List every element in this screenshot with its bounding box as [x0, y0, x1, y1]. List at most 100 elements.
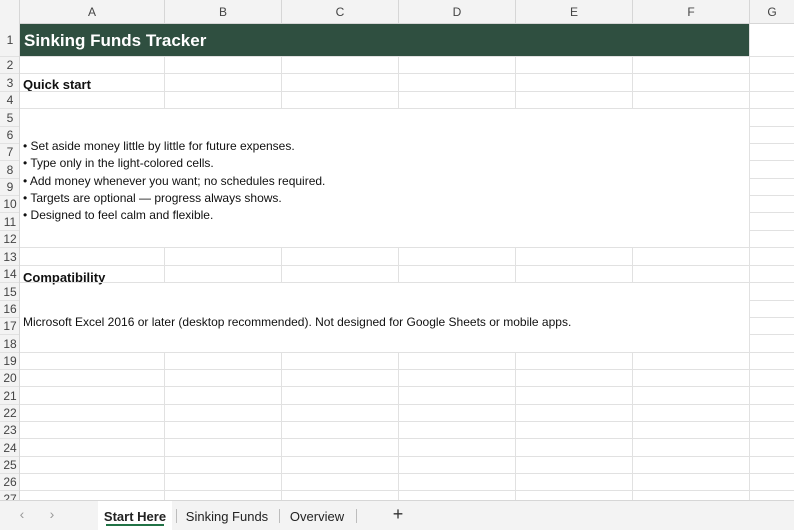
- grid-col-line: [632, 387, 633, 405]
- column-header-g[interactable]: G: [750, 0, 794, 24]
- row-header-16[interactable]: 16: [0, 301, 19, 318]
- grid-col-line: [164, 457, 165, 474]
- tab-start-here[interactable]: Start Here: [98, 501, 172, 530]
- grid-col-line: [515, 57, 516, 74]
- grid-col-line: [281, 266, 282, 283]
- grid-col-line: [632, 57, 633, 74]
- grid-col-line: [515, 387, 516, 405]
- row-header-22[interactable]: 22: [0, 405, 19, 422]
- title-banner[interactable]: Sinking Funds Tracker: [20, 24, 750, 57]
- tab-overview[interactable]: Overview: [282, 501, 352, 530]
- column-header-b[interactable]: B: [165, 0, 282, 24]
- grid-row-line: [20, 282, 794, 283]
- grid-row-line: [20, 108, 794, 109]
- grid-col-line: [749, 474, 750, 491]
- tab-label: Overview: [289, 508, 345, 524]
- grid-col-line: [164, 422, 165, 439]
- grid-col-line: [515, 405, 516, 422]
- grid-col-line: [398, 57, 399, 74]
- row-header-19[interactable]: 19: [0, 353, 19, 370]
- grid-col-line: [164, 439, 165, 457]
- grid-row-line: [750, 178, 794, 179]
- grid-row-line: [750, 230, 794, 231]
- row-header-12[interactable]: 12: [0, 231, 19, 248]
- worksheet-grid[interactable]: Sinking Funds Tracker Quick start • Set …: [20, 24, 794, 500]
- column-header-a[interactable]: A: [20, 0, 165, 24]
- grid-row-line: [20, 438, 794, 439]
- grid-col-line: [632, 248, 633, 266]
- bullet-2: • Type only in the light-colored cells.: [23, 156, 214, 170]
- grid-col-line: [632, 74, 633, 92]
- column-header-e[interactable]: E: [516, 0, 633, 24]
- tab-sinking-funds[interactable]: Sinking Funds: [180, 501, 274, 530]
- row-header-18[interactable]: 18: [0, 335, 19, 353]
- grid-col-line: [749, 318, 750, 335]
- row-header-6[interactable]: 6: [0, 127, 19, 144]
- row-header-8[interactable]: 8: [0, 161, 19, 179]
- row-header-24[interactable]: 24: [0, 439, 19, 457]
- grid-row-line: [20, 265, 794, 266]
- row-header-1[interactable]: 1: [0, 24, 19, 57]
- grid-col-line: [632, 422, 633, 439]
- tab-divider: [279, 509, 280, 523]
- column-header-c[interactable]: C: [282, 0, 399, 24]
- grid-col-line: [515, 266, 516, 283]
- grid-col-line: [281, 74, 282, 92]
- grid-col-line: [749, 266, 750, 283]
- grid-col-line: [749, 109, 750, 127]
- grid-row-line: [20, 352, 794, 353]
- grid-col-line: [749, 196, 750, 213]
- grid-col-line: [749, 353, 750, 370]
- grid-col-line: [398, 387, 399, 405]
- row-header-7[interactable]: 7: [0, 144, 19, 161]
- row-header-23[interactable]: 23: [0, 422, 19, 439]
- grid-row-line: [20, 56, 794, 57]
- column-header-f[interactable]: F: [633, 0, 750, 24]
- compatibility-text: Microsoft Excel 2016 or later (desktop r…: [23, 315, 572, 329]
- row-header-27[interactable]: 27: [0, 491, 19, 500]
- grid-row-line: [750, 160, 794, 161]
- row-header-25[interactable]: 25: [0, 457, 19, 474]
- column-header-d[interactable]: D: [399, 0, 516, 24]
- chevron-left-icon[interactable]: ‹: [14, 506, 30, 522]
- grid-col-line: [164, 248, 165, 266]
- select-all-corner[interactable]: [0, 0, 20, 24]
- row-header-17[interactable]: 17: [0, 318, 19, 335]
- grid-col-line: [749, 335, 750, 353]
- grid-col-line: [515, 474, 516, 491]
- tab-label: Sinking Funds: [185, 508, 269, 524]
- grid-col-line: [749, 387, 750, 405]
- grid-row-line: [20, 490, 794, 491]
- tab-label: Start Here: [103, 508, 167, 524]
- row-header-5[interactable]: 5: [0, 109, 19, 127]
- grid-col-line: [281, 439, 282, 457]
- chevron-right-icon[interactable]: ›: [44, 506, 60, 522]
- row-header-15[interactable]: 15: [0, 283, 19, 301]
- grid-col-line: [749, 457, 750, 474]
- grid-col-line: [398, 439, 399, 457]
- row-header: 1 2 3 4 5 6 7 8 9 10 11 12 13 14 15 16 17 18 19 20 21 22 23 24 2…: [0, 24, 20, 500]
- tab-divider: [356, 509, 357, 523]
- grid-col-line: [749, 370, 750, 387]
- row-header-20[interactable]: 20: [0, 370, 19, 387]
- row-header-11[interactable]: 11: [0, 213, 19, 231]
- row-header-21[interactable]: 21: [0, 387, 19, 405]
- grid-col-line: [749, 179, 750, 196]
- sheet-title: Sinking Funds Tracker: [24, 30, 207, 50]
- row-header-10[interactable]: 10: [0, 196, 19, 213]
- add-sheet-icon[interactable]: +: [388, 504, 408, 525]
- grid-col-line: [398, 491, 399, 500]
- row-header-13[interactable]: 13: [0, 248, 19, 266]
- quick-start-heading[interactable]: Quick start: [23, 77, 91, 92]
- row-header-14[interactable]: 14: [0, 266, 19, 283]
- row-header-2[interactable]: 2: [0, 57, 19, 74]
- grid-col-line: [281, 491, 282, 500]
- grid-col-line: [749, 24, 750, 57]
- row-header-9[interactable]: 9: [0, 179, 19, 196]
- grid-col-line: [632, 474, 633, 491]
- row-header-4[interactable]: 4: [0, 92, 19, 109]
- grid-col-line: [749, 405, 750, 422]
- row-header-26[interactable]: 26: [0, 474, 19, 491]
- bullet-4: • Targets are optional — progress always…: [23, 191, 282, 205]
- row-header-3[interactable]: 3: [0, 74, 19, 92]
